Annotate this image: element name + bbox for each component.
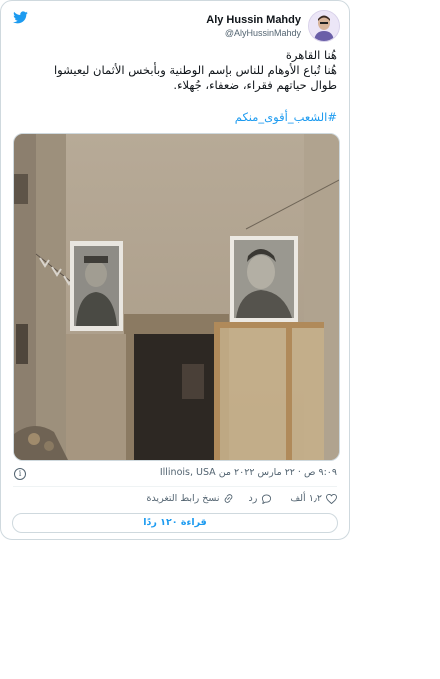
tweet-line: طوال حياتهم فقراء، ضعفاء، جُهلاء. [173,78,337,92]
reply-icon [262,493,272,504]
tweet-location[interactable]: Illinois, USA [160,467,216,478]
reply-label: رد [248,493,258,504]
copy-link-action[interactable]: نسخ رابط التغريدة [146,493,234,504]
reply-action[interactable]: رد [248,493,272,504]
copy-link-label: نسخ رابط التغريدة [146,493,220,504]
like-count: ١٫٢ ألف [290,493,322,504]
avatar[interactable] [308,10,340,42]
heart-icon [326,493,337,504]
avatar-image [309,11,339,41]
tweet-meta[interactable]: ٩:٠٩ ص · ٢٢ مارس ٢٠٢٢ من Illinois, USA [160,467,337,478]
tweet-photo[interactable] [13,133,340,461]
like-action[interactable]: ١٫٢ ألف [286,493,337,504]
author-handle[interactable]: @AlyHussinMahdy [206,27,301,39]
tweet-line: هُنا القاهرة [285,48,337,62]
read-replies-button[interactable]: قراءة ١٢٠ ردًا [12,513,338,533]
tweet-line: هُنا تُباع الأوهام للناس بإسم الوطنية وب… [53,63,337,77]
tweet-text: هُنا القاهرة هُنا تُباع الأوهام للناس بإ… [15,48,337,93]
tweet-timestamp[interactable]: ٩:٠٩ ص · ٢٢ مارس ٢٠٢٢ من [219,467,337,478]
author-info[interactable]: Aly Hussin Mahdy @AlyHussinMahdy [206,13,301,39]
author-name[interactable]: Aly Hussin Mahdy [206,13,301,27]
divider [13,486,337,487]
photo-street-portraits [14,134,339,460]
link-icon [225,494,233,503]
hashtag-link[interactable]: #الشعب_أقوى_منكم [235,110,337,124]
twitter-bird-icon[interactable] [13,11,28,24]
info-icon[interactable]: i [14,468,26,480]
tweet-card[interactable]: Aly Hussin Mahdy @AlyHussinMahdy هُنا ال… [0,0,350,540]
tweet-actions: ١٫٢ ألف رد نسخ رابط التغريدة [132,493,337,504]
